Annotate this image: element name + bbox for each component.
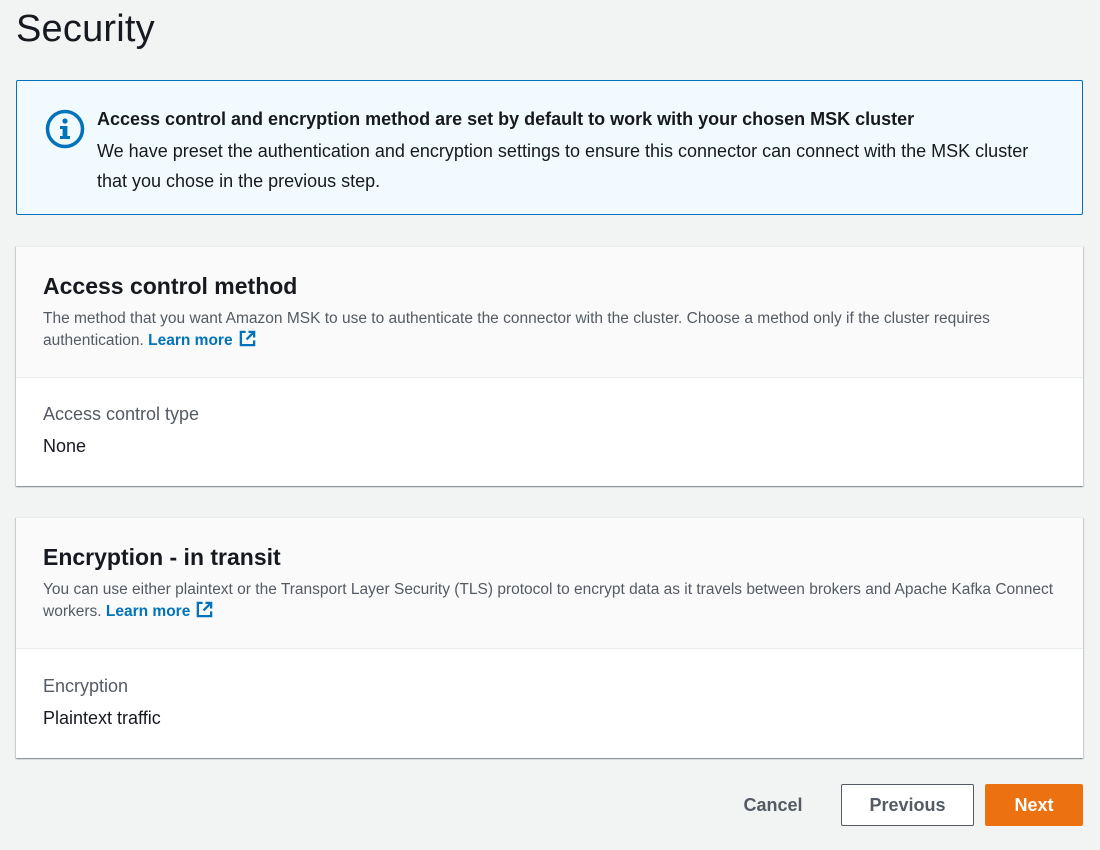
alert-title: Access control and encryption method are… xyxy=(97,109,915,129)
next-button[interactable]: Next xyxy=(985,784,1083,826)
encryption-title: Encryption - in transit xyxy=(43,544,281,570)
alert-body: We have preset the authentication and en… xyxy=(97,141,1029,191)
access-control-type-label: Access control type xyxy=(43,404,200,424)
encryption-panel: Encryption - in transit You can use eith… xyxy=(16,517,1083,758)
external-link-icon xyxy=(239,330,255,347)
encryption-description: You can use either plaintext or the Tran… xyxy=(43,579,1063,622)
page-title: Security xyxy=(16,8,155,50)
info-alert: Access control and encryption method are… xyxy=(16,80,1083,215)
access-control-type-value: None xyxy=(43,436,87,456)
encryption-header: Encryption - in transit You can use eith… xyxy=(16,518,1083,649)
access-control-header: Access control method The method that yo… xyxy=(16,247,1083,378)
access-control-panel: Access control method The method that yo… xyxy=(16,246,1083,486)
learn-more-label: Learn more xyxy=(148,332,233,349)
info-icon xyxy=(45,109,85,149)
access-control-learn-more-link[interactable]: Learn more xyxy=(148,330,256,349)
encryption-label: Encryption xyxy=(43,676,129,696)
external-link-icon xyxy=(197,601,213,618)
cancel-button[interactable]: Cancel xyxy=(728,784,818,826)
access-control-description: The method that you want Amazon MSK to u… xyxy=(43,308,1063,351)
encryption-value: Plaintext traffic xyxy=(43,708,161,728)
encryption-learn-more-link[interactable]: Learn more xyxy=(105,601,214,620)
access-control-title: Access control method xyxy=(43,273,298,299)
previous-button[interactable]: Previous xyxy=(841,784,974,826)
learn-more-label: Learn more xyxy=(105,603,191,620)
